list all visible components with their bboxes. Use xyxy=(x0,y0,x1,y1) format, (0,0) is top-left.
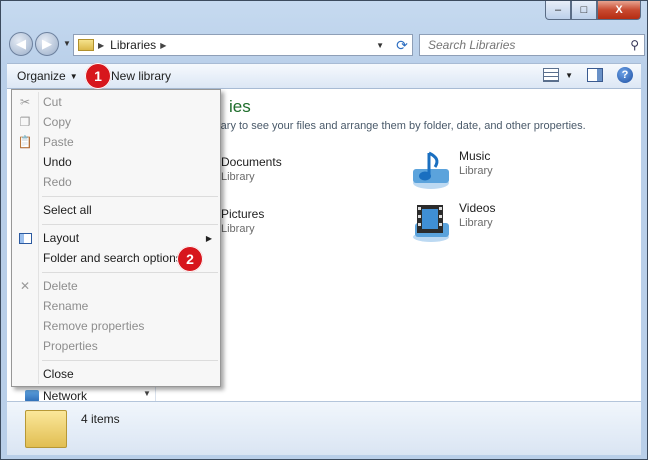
libraries-description: rary to see your files and arrange them … xyxy=(217,120,586,132)
menu-item-copy[interactable]: ❐ Copy xyxy=(12,112,220,132)
menu-separator xyxy=(42,224,218,225)
breadcrumb-libraries[interactable]: Libraries xyxy=(110,38,156,52)
copy-icon: ❐ xyxy=(19,115,31,129)
library-name: Documents xyxy=(221,155,282,169)
refresh-button[interactable]: ⟳ xyxy=(391,34,413,56)
libraries-heading: ies xyxy=(229,97,251,116)
menu-item-label: Folder and search options xyxy=(43,251,182,265)
breadcrumb-separator-icon[interactable]: ▶ xyxy=(98,41,104,50)
command-bar-right: ▼ ? xyxy=(543,67,633,83)
menu-item-redo[interactable]: Redo xyxy=(12,172,220,192)
navigation-bar: ◀ ▶ ▼ ▶ Libraries ▶ ▼ ⟳ ⚲ xyxy=(7,31,645,57)
close-button[interactable]: X xyxy=(597,1,641,20)
arrow-left-icon: ◀ xyxy=(16,36,26,51)
menu-item-label: Delete xyxy=(43,279,78,293)
refresh-icon: ⟳ xyxy=(396,36,408,53)
library-pictures[interactable]: Pictures Library xyxy=(221,207,264,235)
preview-pane-icon[interactable] xyxy=(587,68,603,82)
explorer-window: – □ X ◀ ▶ ▼ ▶ Libraries ▶ ▼ ⟳ ⚲ Organize… xyxy=(0,0,648,460)
library-documents[interactable]: Documents Library xyxy=(221,155,282,183)
menu-item-delete[interactable]: ✕ Delete xyxy=(12,276,220,296)
library-name: Pictures xyxy=(221,207,265,221)
scissors-icon: ✂ xyxy=(19,95,31,109)
menu-item-rename[interactable]: Rename xyxy=(12,296,220,316)
menu-item-label: Properties xyxy=(43,339,98,353)
menu-item-label: Undo xyxy=(43,155,72,169)
menu-item-label: Redo xyxy=(43,175,72,189)
music-note-icon xyxy=(413,151,449,189)
menu-item-paste[interactable]: 📋 Paste xyxy=(12,132,220,152)
menu-item-remove-properties[interactable]: Remove properties xyxy=(12,316,220,336)
menu-separator xyxy=(42,272,218,273)
menu-item-label: Close xyxy=(43,367,74,381)
address-dropdown-icon[interactable]: ▼ xyxy=(376,41,384,50)
menu-item-label: Cut xyxy=(43,95,62,109)
library-name: Videos xyxy=(459,201,496,215)
organize-button[interactable]: Organize ▼ xyxy=(17,69,78,83)
menu-item-label: Remove properties xyxy=(43,319,145,333)
minimize-button[interactable]: – xyxy=(545,1,571,20)
menu-item-label: Rename xyxy=(43,299,89,313)
library-type: Library xyxy=(459,217,493,229)
library-type: Library xyxy=(221,171,255,183)
address-bar[interactable]: ▶ Libraries ▶ ▼ xyxy=(73,34,413,56)
organize-menu: ✂ Cut ❐ Copy 📋 Paste Undo Redo Select al… xyxy=(11,89,221,387)
menu-item-undo[interactable]: Undo xyxy=(12,152,220,172)
film-strip-icon xyxy=(413,205,449,242)
menu-item-label: Copy xyxy=(43,115,72,129)
new-library-button[interactable]: New library xyxy=(111,69,171,83)
search-box[interactable]: ⚲ xyxy=(419,34,645,56)
menu-item-layout[interactable]: Layout ▶ xyxy=(12,228,220,248)
scroll-down-button[interactable]: ▼ xyxy=(139,385,155,401)
library-name: Music xyxy=(459,149,491,163)
step-badge-2: 2 xyxy=(177,246,203,272)
libraries-folder-icon xyxy=(78,39,94,51)
change-view-button[interactable]: ▼ xyxy=(543,68,573,82)
menu-separator xyxy=(42,196,218,197)
step-badge-1: 1 xyxy=(85,63,111,89)
chevron-down-icon: ▼ xyxy=(69,71,78,81)
menu-item-close[interactable]: Close xyxy=(12,364,220,384)
menu-item-label: Layout xyxy=(43,231,80,245)
arrow-right-icon: ▶ xyxy=(42,36,52,51)
library-music[interactable]: Music Library xyxy=(409,149,493,193)
forward-button[interactable]: ▶ xyxy=(35,32,59,56)
back-button[interactable]: ◀ xyxy=(9,32,33,56)
breadcrumb-separator-icon[interactable]: ▶ xyxy=(160,41,166,50)
submenu-arrow-icon: ▶ xyxy=(205,233,212,243)
view-details-icon xyxy=(543,68,560,82)
details-pane: 4 items xyxy=(7,401,641,455)
menu-item-cut[interactable]: ✂ Cut xyxy=(12,92,220,112)
help-icon[interactable]: ? xyxy=(617,67,633,83)
menu-separator xyxy=(42,360,218,361)
maximize-button[interactable]: □ xyxy=(571,1,597,20)
paste-icon: 📋 xyxy=(17,135,33,149)
libraries-folder-icon xyxy=(25,410,67,448)
menu-item-label: Paste xyxy=(43,135,74,149)
menu-item-label: Select all xyxy=(43,203,92,217)
item-count: 4 items xyxy=(81,412,120,426)
menu-item-properties[interactable]: Properties xyxy=(12,336,220,356)
delete-x-icon: ✕ xyxy=(19,279,31,293)
caption-buttons: – □ X xyxy=(545,1,641,20)
library-videos[interactable]: Videos Library xyxy=(409,201,495,245)
layout-icon xyxy=(18,231,32,245)
menu-item-select-all[interactable]: Select all xyxy=(12,200,220,220)
library-type: Library xyxy=(459,165,493,177)
recent-pages-dropdown[interactable]: ▼ xyxy=(63,39,71,48)
chevron-down-icon: ▼ xyxy=(565,70,573,80)
library-type: Library xyxy=(221,223,255,235)
search-input[interactable] xyxy=(426,37,620,53)
search-icon[interactable]: ⚲ xyxy=(630,38,639,52)
organize-label: Organize xyxy=(17,69,66,83)
